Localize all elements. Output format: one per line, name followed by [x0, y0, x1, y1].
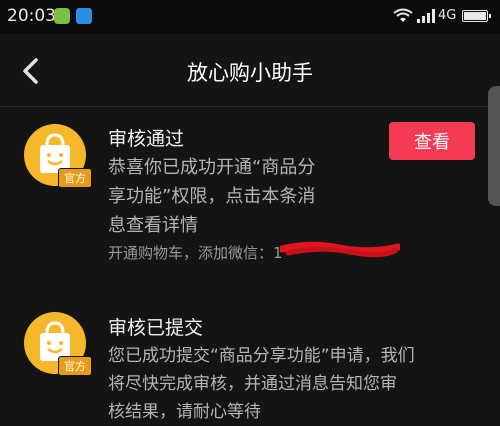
message-notification-icon [76, 8, 92, 24]
scroll-edge-handle[interactable] [488, 86, 500, 206]
official-badge: 官方 [58, 168, 92, 188]
battery-icon [462, 10, 491, 22]
view-details-button[interactable]: 查看 [389, 122, 475, 160]
message-body: 恭喜你已成功开通“商品分 享功能”权限，点击本条消 息查看详情 [108, 153, 315, 240]
redaction-scribble [280, 241, 400, 258]
message-body-line: 核结果，请耐心等待 [108, 402, 261, 422]
message-body-line: 您已成功提交“商品分享功能”申请，我们 [108, 346, 415, 366]
avatar: 官方 [24, 124, 92, 188]
message-title: 审核通过 [108, 128, 185, 150]
network-type: 4G [438, 8, 457, 23]
message-title: 审核已提交 [108, 317, 204, 339]
status-bar: 20:03 4G [0, 0, 500, 34]
message-body-line: 息查看详情 [108, 215, 198, 236]
message-body-line: 享功能”权限，点击本条消 [108, 186, 316, 207]
official-badge: 官方 [58, 356, 92, 376]
message-subtext: 开通购物车，添加微信：1 [108, 244, 283, 262]
avatar: 官方 [24, 312, 92, 376]
app-notification-icon [54, 8, 70, 24]
status-time: 20:03 [7, 6, 56, 26]
nav-bar: 放心购小助手 [0, 34, 500, 107]
message-body-line: 将尽快完成审核，并通过消息告知您审 [108, 374, 397, 394]
message-body: 您已成功提交“商品分享功能”申请，我们 将尽快完成审核，并通过消息告知您审 核结… [108, 342, 415, 426]
wifi-icon [393, 8, 413, 22]
page-title: 放心购小助手 [187, 61, 313, 85]
signal-icon [417, 9, 435, 23]
message-body-line: 恭喜你已成功开通“商品分 [108, 157, 316, 178]
